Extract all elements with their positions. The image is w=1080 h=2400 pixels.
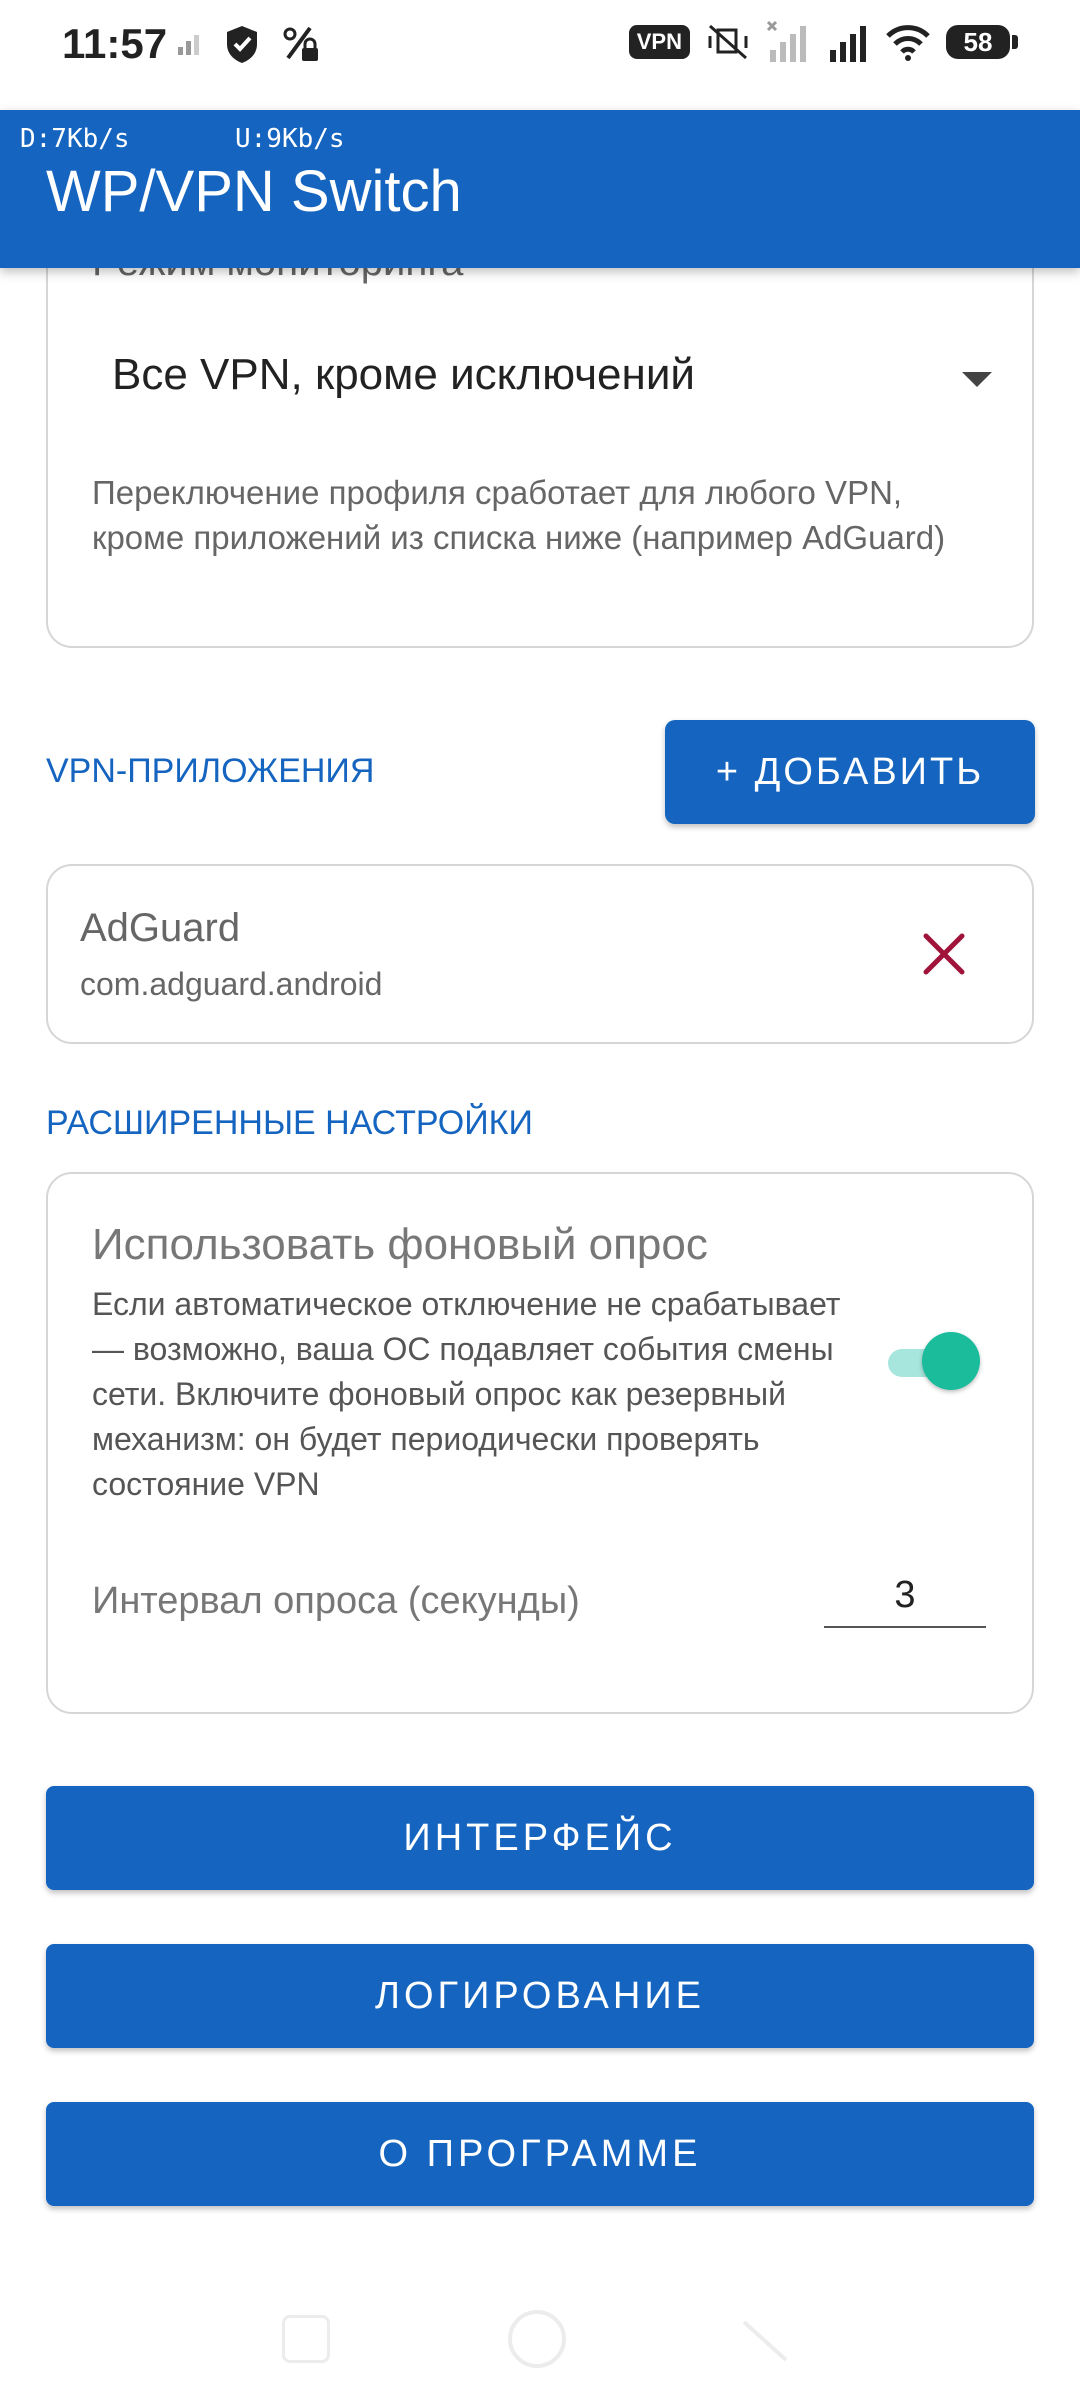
advanced-settings-section-label: РАСШИРЕННЫЕ НАСТРОЙКИ: [46, 1104, 533, 1142]
download-speed: D:7Kb/s: [20, 124, 130, 154]
remove-app-icon[interactable]: [916, 926, 972, 982]
back-icon[interactable]: [740, 2316, 790, 2366]
monitoring-mode-dropdown[interactable]: Все VPN, кроме исключений: [112, 350, 992, 430]
battery-icon: 58: [946, 25, 1018, 59]
polling-interval-input[interactable]: [824, 1564, 986, 1628]
vpn-app-item: AdGuard com.adguard.android: [46, 864, 1034, 1044]
upload-speed: U:9Kb/s: [235, 124, 345, 154]
logging-button[interactable]: ЛОГИРОВАНИЕ: [46, 1944, 1034, 2048]
app-bar: D:7Kb/s U:9Kb/s WP/VPN Switch: [0, 110, 1080, 268]
shield-check-icon: [227, 26, 257, 63]
vpn-app-name: AdGuard: [80, 906, 241, 950]
app-title: WP/VPN Switch: [46, 159, 462, 224]
percent-lock-icon: [283, 26, 318, 61]
interface-button[interactable]: ИНТЕРФЕЙС: [46, 1786, 1034, 1890]
wifi-icon: [886, 25, 930, 61]
background-polling-title: Использовать фоновый опрос: [92, 1220, 708, 1269]
background-polling-toggle[interactable]: [884, 1332, 980, 1392]
monitoring-mode-value: Все VPN, кроме исключений: [112, 350, 695, 399]
status-time: 11:57: [62, 20, 168, 67]
monitoring-mode-description: Переключение профиля сработает для любог…: [92, 474, 946, 556]
home-icon[interactable]: [508, 2310, 566, 2368]
signal-full-icon: [830, 26, 866, 62]
advanced-settings-card: Использовать фоновый опрос Если автомати…: [46, 1172, 1034, 1714]
vpn-app-package: com.adguard.android: [80, 966, 383, 1002]
vpn-badge: VPN: [628, 25, 690, 59]
polling-interval-label: Интервал опроса (секунды): [92, 1580, 580, 1622]
status-bar: 11:57 VPN 58: [0, 0, 1080, 110]
add-vpn-app-button[interactable]: + ДОБАВИТЬ: [665, 720, 1035, 824]
about-button[interactable]: О ПРОГРАММЕ: [46, 2102, 1034, 2206]
mute-vibrate-icon: [708, 24, 748, 60]
recent-apps-icon[interactable]: [282, 2315, 330, 2363]
navigation-bar: [0, 2280, 1080, 2400]
signal-no-sim-icon: [766, 20, 806, 62]
net-speed: D:7Kb/s U:9Kb/s: [20, 124, 345, 154]
signal-weak-icon: [178, 35, 199, 55]
vpn-apps-section-label: VPN-ПРИЛОЖЕНИЯ: [46, 752, 375, 790]
background-polling-description: Если автоматическое отключение не срабат…: [92, 1286, 841, 1502]
dropdown-arrow-icon: [962, 372, 992, 387]
